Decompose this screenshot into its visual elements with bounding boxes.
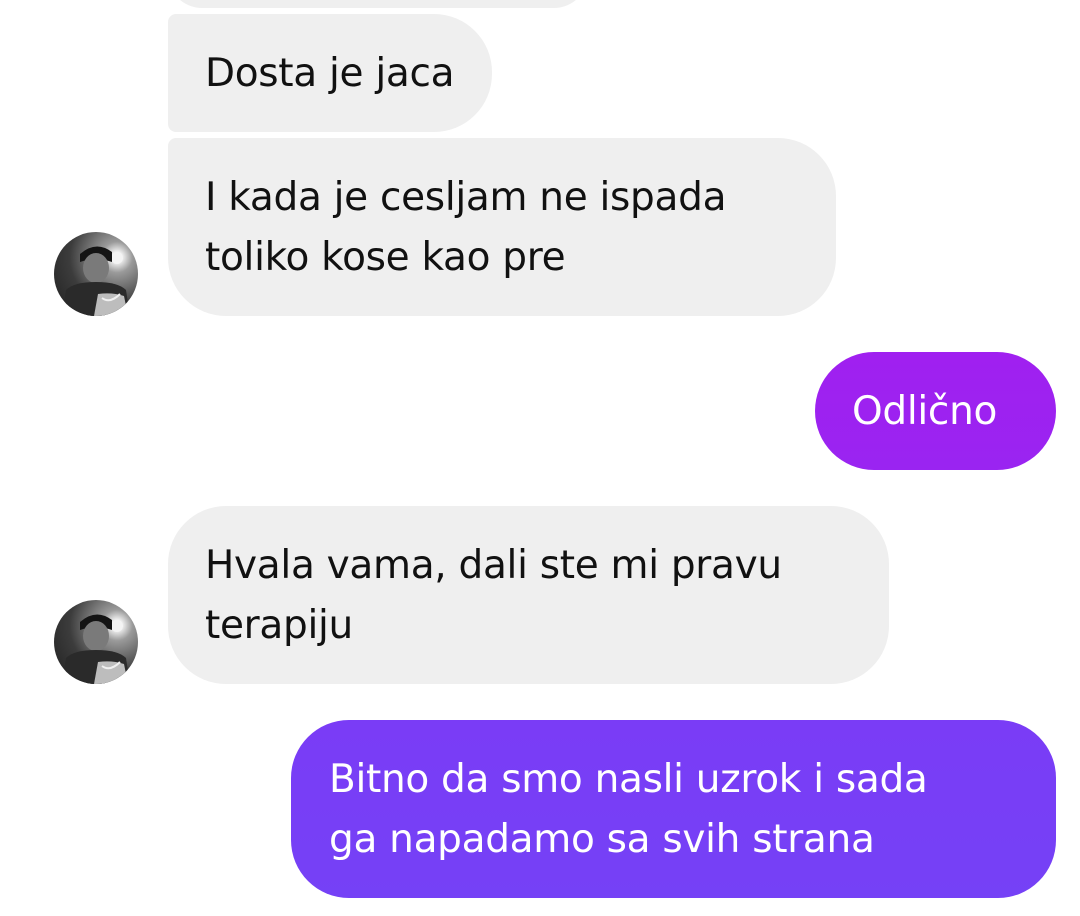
message-text-line: Bitno da smo nasli uzrok i sada xyxy=(329,757,928,802)
message-bubble-cropped[interactable] xyxy=(168,0,588,8)
message-bubble-incoming[interactable]: I kada je cesljam ne ispada toliko kose … xyxy=(168,138,836,316)
message-bubble-incoming[interactable]: Hvala vama, dali ste mi pravu terapiju xyxy=(168,506,889,684)
sender-avatar[interactable] xyxy=(54,600,138,684)
message-text: Odlično xyxy=(852,389,998,434)
user-avatar-icon xyxy=(62,246,130,316)
message-text-line: ga napadamo sa svih strana xyxy=(329,817,875,862)
message-bubble-outgoing[interactable]: Odlično xyxy=(815,352,1056,470)
message-text: Dosta je jaca xyxy=(205,51,455,96)
sender-avatar[interactable] xyxy=(54,232,138,316)
message-text-line: terapiju xyxy=(205,603,353,648)
message-text-line: toliko kose kao pre xyxy=(205,235,566,280)
message-text-line: I kada je cesljam ne ispada xyxy=(205,175,727,220)
message-text-line: Hvala vama, dali ste mi pravu xyxy=(205,543,782,588)
message-bubble-incoming[interactable]: Dosta je jaca xyxy=(168,14,493,132)
message-bubble-outgoing[interactable]: Bitno da smo nasli uzrok i sada ga napad… xyxy=(291,720,1056,898)
user-avatar-icon xyxy=(62,614,130,684)
